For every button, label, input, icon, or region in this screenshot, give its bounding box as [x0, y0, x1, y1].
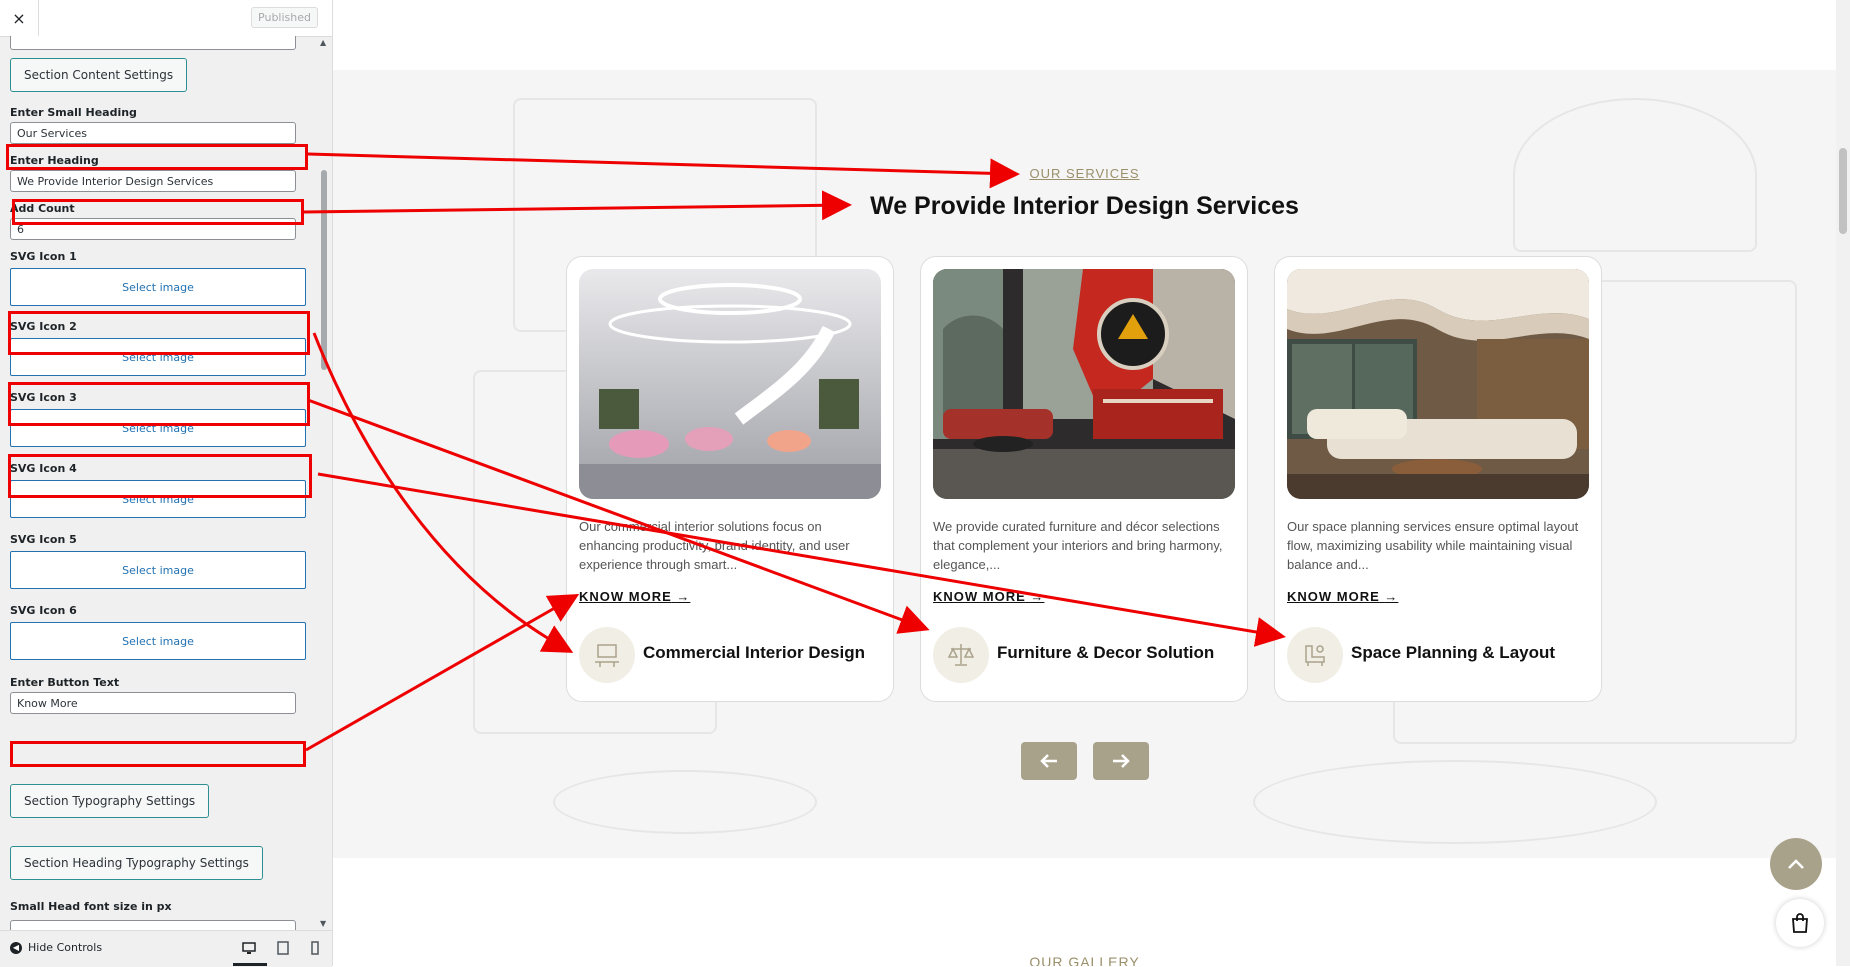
arrow-right-icon	[1113, 754, 1130, 768]
add-count-label: Add Count	[10, 202, 75, 215]
card-description: Our space planning services ensure optim…	[1287, 519, 1579, 572]
service-card: Our space planning services ensure optim…	[1274, 256, 1602, 702]
section-heading: We Provide Interior Design Services	[870, 192, 1299, 220]
card-image	[579, 269, 881, 499]
customizer-panel: × Published Section Content Settings Ent…	[0, 0, 333, 967]
hide-controls-button[interactable]: ◀ Hide Controls	[10, 941, 102, 954]
small-head-font-size-input[interactable]	[10, 920, 296, 930]
small-head-font-size-label: Small Head font size in px	[10, 900, 172, 913]
button-text-input[interactable]: Know More	[10, 692, 296, 714]
svg-icon-6-label: SVG Icon 6	[10, 604, 77, 617]
scales-icon	[933, 627, 989, 683]
svg-icon-6-select-button[interactable]: Select image	[10, 622, 306, 660]
card-image	[933, 269, 1235, 499]
heading-input[interactable]: We Provide Interior Design Services	[10, 170, 296, 192]
know-more-label: KNOW MORE	[933, 589, 1026, 604]
hide-controls-label: Hide Controls	[28, 941, 103, 954]
arrow-right-icon: →	[1384, 589, 1399, 604]
svg-icon-3-select-button[interactable]: Select image	[10, 409, 306, 447]
know-more-label: KNOW MORE	[579, 589, 672, 604]
site-preview: OUR SERVICES We Provide Interior Design …	[333, 0, 1836, 966]
arrow-right-icon: →	[1030, 589, 1045, 604]
gallery-heading: OUR GALLERY	[1029, 954, 1140, 966]
scroll-up-arrow-icon[interactable]: ▲	[320, 38, 326, 47]
tablet-icon[interactable]	[276, 941, 290, 955]
small-heading[interactable]: OUR SERVICES	[333, 166, 1836, 181]
close-button[interactable]: ×	[0, 0, 39, 36]
svg-icon-1-select-button[interactable]: Select image	[10, 268, 306, 306]
card-title[interactable]: Space Planning & Layout	[1351, 643, 1555, 663]
svg-icon-1-label: SVG Icon 1	[10, 250, 77, 263]
arrow-left-icon	[1040, 754, 1057, 768]
background-illustration	[1253, 760, 1657, 844]
svg-icon-5-label: SVG Icon 5	[10, 533, 77, 546]
panel-controls: Section Content Settings Enter Small Hea…	[0, 36, 316, 930]
annotation-box	[10, 741, 306, 767]
know-more-link[interactable]: KNOW MORE →	[579, 589, 690, 604]
chevron-up-icon	[1788, 859, 1804, 869]
office-desk-icon	[579, 627, 635, 683]
published-button[interactable]: Published	[251, 7, 318, 28]
chair-plan-icon	[1287, 627, 1343, 683]
card-description: Our commercial interior solutions focus …	[579, 519, 850, 572]
arrow-right-icon: →	[676, 589, 691, 604]
card-image	[1287, 269, 1589, 499]
previous-input[interactable]	[10, 36, 296, 50]
slider-next-button[interactable]	[1093, 742, 1149, 780]
svg-icon-4-select-button[interactable]: Select image	[10, 480, 306, 518]
panel-scroll-thumb[interactable]	[321, 170, 327, 370]
slider-prev-button[interactable]	[1021, 742, 1077, 780]
service-card: We provide curated furniture and décor s…	[920, 256, 1248, 702]
hide-controls-icon: ◀	[10, 941, 22, 954]
scroll-down-arrow-icon[interactable]: ▼	[320, 919, 326, 928]
shopping-bag-icon	[1792, 913, 1808, 933]
section-typography-settings-button[interactable]: Section Typography Settings	[10, 784, 210, 818]
card-title[interactable]: Commercial Interior Design	[643, 643, 865, 663]
heading-label: Enter Heading	[10, 154, 99, 167]
panel-footer: ◀ Hide Controls	[0, 930, 332, 967]
know-more-link[interactable]: KNOW MORE →	[933, 589, 1044, 604]
svg-icon-3-label: SVG Icon 3	[10, 391, 77, 404]
small-heading-input[interactable]: Our Services	[10, 122, 296, 144]
section-content-settings-button[interactable]: Section Content Settings	[10, 58, 188, 92]
mobile-icon[interactable]	[308, 941, 322, 955]
scroll-to-top-button[interactable]	[1770, 838, 1822, 890]
cart-button[interactable]	[1776, 899, 1824, 947]
button-text-label: Enter Button Text	[10, 676, 120, 689]
svg-icon-5-select-button[interactable]: Select image	[10, 551, 306, 589]
know-more-label: KNOW MORE	[1287, 589, 1380, 604]
svg-icon-4-label: SVG Icon 4	[10, 462, 77, 475]
desktop-icon[interactable]	[242, 941, 256, 955]
card-description: We provide curated furniture and décor s…	[933, 519, 1223, 572]
small-heading-label: Enter Small Heading	[10, 106, 137, 119]
services-section: OUR SERVICES We Provide Interior Design …	[333, 70, 1836, 858]
background-illustration	[553, 770, 817, 834]
svg-icon-2-label: SVG Icon 2	[10, 320, 77, 333]
panel-header: × Published	[0, 0, 332, 37]
panel-scrollbar[interactable]: ▲ ▼	[318, 36, 330, 930]
section-heading-typography-settings-button[interactable]: Section Heading Typography Settings	[10, 846, 263, 880]
add-count-input[interactable]: 6	[10, 218, 296, 240]
page-scrollbar[interactable]	[1836, 0, 1850, 966]
service-card: Our commercial interior solutions focus …	[566, 256, 894, 702]
card-title[interactable]: Furniture & Decor Solution	[997, 643, 1214, 663]
page-scroll-thumb[interactable]	[1839, 148, 1847, 234]
svg-icon-2-select-button[interactable]: Select image	[10, 338, 306, 376]
know-more-link[interactable]: KNOW MORE →	[1287, 589, 1398, 604]
